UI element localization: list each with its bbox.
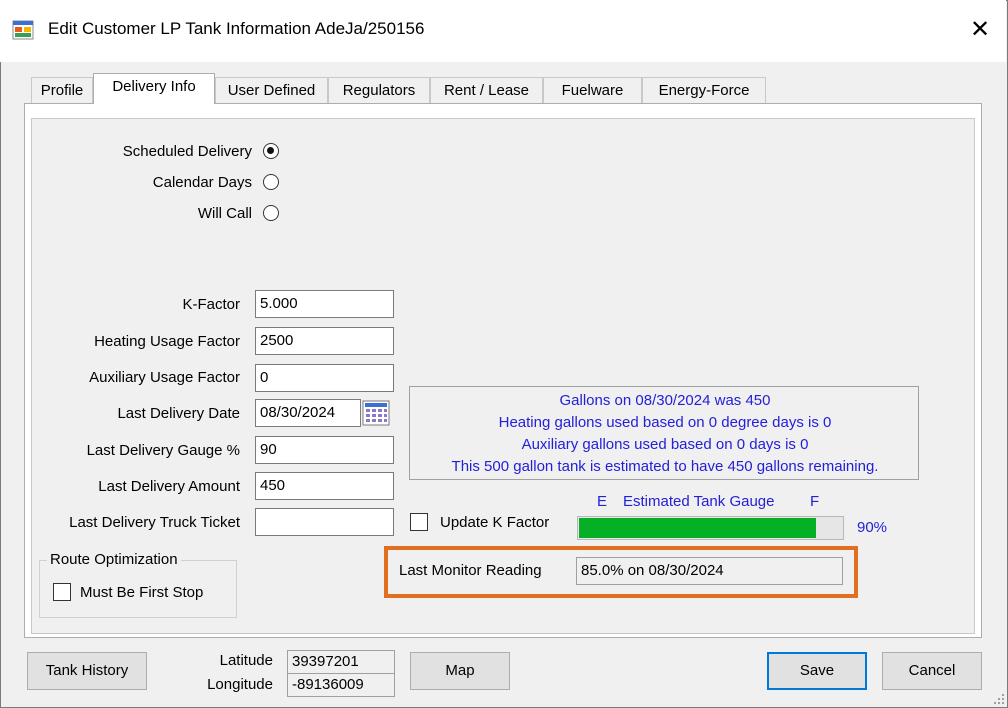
info-line-gallons: Gallons on 08/30/2024 was 450 bbox=[559, 392, 771, 409]
must-be-first-stop-label: Must Be First Stop bbox=[80, 584, 204, 601]
last-delivery-amount-input[interactable]: 450 bbox=[255, 472, 394, 500]
heating-usage-factor-label: Heating Usage Factor bbox=[94, 333, 240, 350]
app-icon bbox=[12, 20, 34, 40]
last-monitor-reading-value: 85.0% on 08/30/2024 bbox=[576, 557, 843, 585]
k-factor-label: K-Factor bbox=[182, 296, 240, 313]
last-delivery-amount-label: Last Delivery Amount bbox=[98, 478, 240, 495]
heating-usage-factor-input[interactable]: 2500 bbox=[255, 327, 394, 355]
latitude-value: 39397201 bbox=[287, 650, 395, 674]
last-delivery-date-input[interactable]: 08/30/2024 bbox=[255, 399, 361, 427]
calendar-days-label: Calendar Days bbox=[152, 174, 252, 191]
map-button[interactable]: Map bbox=[410, 652, 510, 690]
k-factor-input[interactable]: 5.000 bbox=[255, 290, 394, 318]
info-line-remaining: This 500 gallon tank is estimated to hav… bbox=[451, 458, 879, 475]
calendar-icon[interactable] bbox=[361, 399, 391, 427]
last-delivery-date-label: Last Delivery Date bbox=[117, 405, 240, 422]
tab-fuelware[interactable]: Fuelware bbox=[543, 77, 642, 103]
auxiliary-usage-factor-label: Auxiliary Usage Factor bbox=[89, 369, 240, 386]
will-call-label: Will Call bbox=[197, 205, 252, 222]
longitude-value: -89136009 bbox=[287, 673, 395, 697]
update-k-factor-label: Update K Factor bbox=[440, 514, 550, 531]
tank-history-button[interactable]: Tank History bbox=[27, 652, 147, 690]
window-title: Edit Customer LP Tank Information AdeJa/… bbox=[48, 19, 425, 38]
last-delivery-gauge-input[interactable]: 90 bbox=[255, 436, 394, 464]
last-monitor-reading-label: Last Monitor Reading bbox=[399, 562, 542, 579]
tab-delivery-info[interactable]: Delivery Info bbox=[93, 73, 215, 104]
gauge-percent: 90% bbox=[857, 519, 888, 536]
update-k-factor-checkbox[interactable] bbox=[410, 513, 428, 531]
tab-profile[interactable]: Profile bbox=[31, 77, 93, 103]
save-button[interactable]: Save bbox=[767, 652, 867, 690]
estimate-info-box: Gallons on 08/30/2024 was 450 Heating ga… bbox=[409, 386, 919, 480]
title-bar: Edit Customer LP Tank Information AdeJa/… bbox=[0, 0, 1006, 62]
tank-gauge-fill bbox=[579, 518, 816, 538]
info-line-auxiliary: Auxiliary gallons used based on 0 days i… bbox=[521, 436, 809, 453]
cancel-button[interactable]: Cancel bbox=[882, 652, 982, 690]
tab-user-defined[interactable]: User Defined bbox=[215, 77, 328, 103]
calendar-days-radio[interactable] bbox=[263, 174, 279, 190]
longitude-label: Longitude bbox=[207, 676, 273, 693]
close-button[interactable]: ✕ bbox=[962, 12, 998, 48]
will-call-radio[interactable] bbox=[263, 205, 279, 221]
tank-gauge-bar bbox=[577, 516, 844, 540]
gauge-empty-label: E bbox=[597, 493, 608, 510]
scheduled-delivery-radio[interactable] bbox=[263, 143, 279, 159]
resize-grip-icon[interactable] bbox=[993, 693, 1005, 705]
latitude-label: Latitude bbox=[219, 652, 273, 669]
gauge-full-label: F bbox=[810, 493, 820, 510]
last-delivery-gauge-label: Last Delivery Gauge % bbox=[86, 442, 240, 459]
last-delivery-truck-ticket-input[interactable] bbox=[255, 508, 394, 536]
scheduled-delivery-label: Scheduled Delivery bbox=[122, 143, 252, 160]
close-icon: ✕ bbox=[969, 16, 991, 43]
must-be-first-stop-checkbox[interactable] bbox=[53, 583, 71, 601]
tab-energy-force[interactable]: Energy-Force bbox=[642, 77, 766, 103]
radio-selected-dot bbox=[267, 147, 274, 154]
info-line-heating: Heating gallons used based on 0 degree d… bbox=[498, 414, 832, 431]
gauge-title: Estimated Tank Gauge bbox=[623, 493, 775, 510]
route-optimization-legend: Route Optimization bbox=[47, 551, 181, 568]
tab-rent-lease[interactable]: Rent / Lease bbox=[430, 77, 543, 103]
last-delivery-truck-ticket-label: Last Delivery Truck Ticket bbox=[69, 514, 240, 531]
auxiliary-usage-factor-input[interactable]: 0 bbox=[255, 364, 394, 392]
tab-regulators[interactable]: Regulators bbox=[328, 77, 430, 103]
